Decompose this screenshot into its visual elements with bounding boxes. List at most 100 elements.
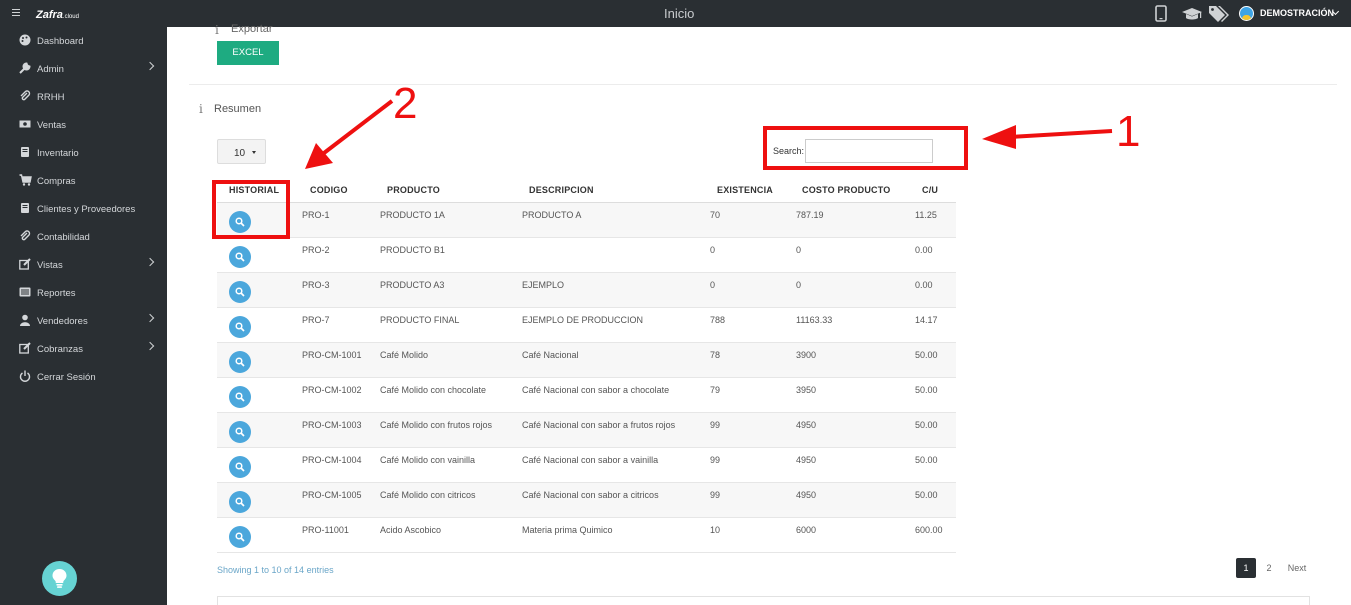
annotation-label-2: 2 — [393, 79, 418, 128]
money-icon — [19, 118, 31, 130]
hamburger-menu-icon[interactable] — [12, 9, 20, 16]
cell-codigo: PRO-CM-1003 — [302, 420, 362, 430]
historial-button[interactable] — [229, 491, 251, 513]
sidebar-item-compras[interactable]: Compras — [0, 167, 167, 195]
table-row: PRO-1 PRODUCTO 1A PRODUCTO A 70 787.19 11.25 — [217, 203, 956, 238]
cell-costo: 787.19 — [796, 210, 824, 220]
chevron-right-icon — [145, 257, 155, 267]
sidebar-item-label: Compras — [37, 176, 76, 187]
cell-existencia: 99 — [710, 420, 721, 430]
column-header-producto[interactable]: PRODUCTO — [387, 185, 440, 195]
cell-codigo: PRO-7 — [302, 315, 330, 325]
cell-producto: Café Molido con citricos — [380, 490, 476, 500]
sidebar-item-contabilidad[interactable]: Contabilidad — [0, 223, 167, 251]
chevron-right-icon — [145, 341, 155, 351]
cell-costo: 3950 — [796, 385, 817, 395]
cell-existencia: 788 — [710, 315, 726, 325]
column-header-descripcion[interactable]: DESCRIPCION — [529, 185, 594, 195]
cell-costo: 4950 — [796, 455, 817, 465]
cell-existencia: 10 — [710, 525, 721, 535]
annotation-arrow-1 — [982, 125, 1113, 149]
book-icon — [19, 202, 31, 214]
mobile-icon[interactable] — [1155, 5, 1167, 25]
info-icon: i — [199, 102, 203, 116]
cell-costo: 0 — [796, 245, 802, 255]
sidebar-item-label: Inventario — [37, 148, 79, 159]
cell-descripcion: EJEMPLO DE PRODUCCION — [522, 315, 644, 325]
historial-button[interactable] — [229, 281, 251, 303]
sidebar-item-ventas[interactable]: Ventas — [0, 111, 167, 139]
sidebar-item-rrhh[interactable]: RRHH — [0, 83, 167, 111]
sidebar-item-label: Vistas — [37, 260, 63, 271]
cell-costo: 3900 — [796, 350, 817, 360]
entries-length-select[interactable]: 10 — [217, 139, 266, 164]
search-icon — [235, 392, 245, 402]
lightbulb-help-button[interactable] — [42, 561, 77, 596]
sidebar-item-admin[interactable]: Admin — [0, 55, 167, 83]
column-header-existencia[interactable]: EXISTENCIA — [717, 185, 773, 195]
search-icon — [235, 497, 245, 507]
cell-cu: 11.25 — [915, 210, 937, 220]
sidebar-item-dashboard[interactable]: Dashboard — [0, 27, 167, 55]
cell-producto: Acido Ascobico — [380, 525, 442, 535]
sidebar-item-reportes[interactable]: Reportes — [0, 279, 167, 307]
paperclip-icon — [19, 230, 31, 242]
cell-producto: PRODUCTO 1A — [380, 210, 445, 220]
cell-codigo: PRO-CM-1005 — [302, 490, 362, 500]
sidebar-item-label: Contabilidad — [37, 232, 90, 243]
book-icon — [19, 146, 31, 158]
cell-existencia: 79 — [710, 385, 721, 395]
table-row: PRO-CM-1003 Café Molido con frutos rojos C… — [217, 413, 956, 448]
cell-producto: PRODUCTO FINAL — [380, 315, 460, 325]
cell-producto: Café Molido con vainilla — [380, 455, 476, 465]
table-row: PRO-3 PRODUCTO A3 EJEMPLO 0 0 0.00 — [217, 273, 956, 308]
cell-cu: 14.17 — [915, 315, 938, 325]
historial-button[interactable] — [229, 386, 251, 408]
cell-costo: 6000 — [796, 525, 817, 535]
historial-button[interactable] — [229, 316, 251, 338]
table-row: PRO-2 PRODUCTO B1 0 0 0.00 — [217, 238, 956, 273]
column-header-costo-producto[interactable]: COSTO PRODUCTO — [802, 185, 890, 195]
annotation-arrow-2 — [305, 99, 394, 169]
historial-button[interactable] — [229, 421, 251, 443]
edit-icon — [19, 342, 31, 354]
cell-descripcion: Materia prima Quimico — [522, 525, 613, 535]
user-avatar[interactable] — [1239, 6, 1254, 21]
excel-export-button[interactable]: EXCEL — [217, 41, 279, 65]
table-info: Showing 1 to 10 of 14 entries — [217, 565, 334, 575]
palette-icon — [19, 34, 31, 46]
sidebar-item-vendedores[interactable]: Vendedores — [0, 307, 167, 335]
column-header-cu[interactable]: C/U — [922, 185, 938, 195]
sidebar-item-vistas[interactable]: Vistas — [0, 251, 167, 279]
sidebar-item-cobranzas[interactable]: Cobranzas — [0, 335, 167, 363]
sidebar-item-label: Admin — [37, 64, 64, 75]
app-logo[interactable]: Zafra.cloud — [36, 9, 79, 21]
tags-icon[interactable] — [1208, 5, 1230, 25]
export-label: Exportar — [231, 23, 273, 35]
cell-codigo: PRO-2 — [302, 245, 330, 255]
historial-button[interactable] — [229, 526, 251, 548]
cell-existencia: 99 — [710, 490, 721, 500]
sidebar-item-inventario[interactable]: Inventario — [0, 139, 167, 167]
page-button-2[interactable]: 2 — [1259, 558, 1279, 578]
annotation-box-historial — [212, 180, 290, 239]
historial-button[interactable] — [229, 456, 251, 478]
annotation-label-1: 1 — [1116, 107, 1141, 156]
search-icon — [235, 287, 245, 297]
column-header-codigo[interactable]: CODIGO — [310, 185, 348, 195]
graduation-cap-icon[interactable] — [1181, 7, 1203, 24]
user-name[interactable]: DEMOSTRACIÓN — [1260, 8, 1334, 18]
next-page-button[interactable]: Next — [1283, 558, 1311, 578]
sidebar-item-clientes-y-proveedores[interactable]: Clientes y Proveedores — [0, 195, 167, 223]
cell-descripcion: PRODUCTO A — [522, 210, 582, 220]
sidebar-item-cerrar-sesión[interactable]: Cerrar Sesión — [0, 363, 167, 391]
historial-button[interactable] — [229, 246, 251, 268]
cell-costo: 11163.33 — [796, 315, 833, 325]
cell-cu: 50.00 — [915, 420, 938, 430]
cell-cu: 0.00 — [915, 280, 933, 290]
search-icon — [235, 357, 245, 367]
section-divider — [189, 84, 1337, 85]
historial-button[interactable] — [229, 351, 251, 373]
page-button-1[interactable]: 1 — [1236, 558, 1256, 578]
cell-codigo: PRO-CM-1004 — [302, 455, 362, 465]
